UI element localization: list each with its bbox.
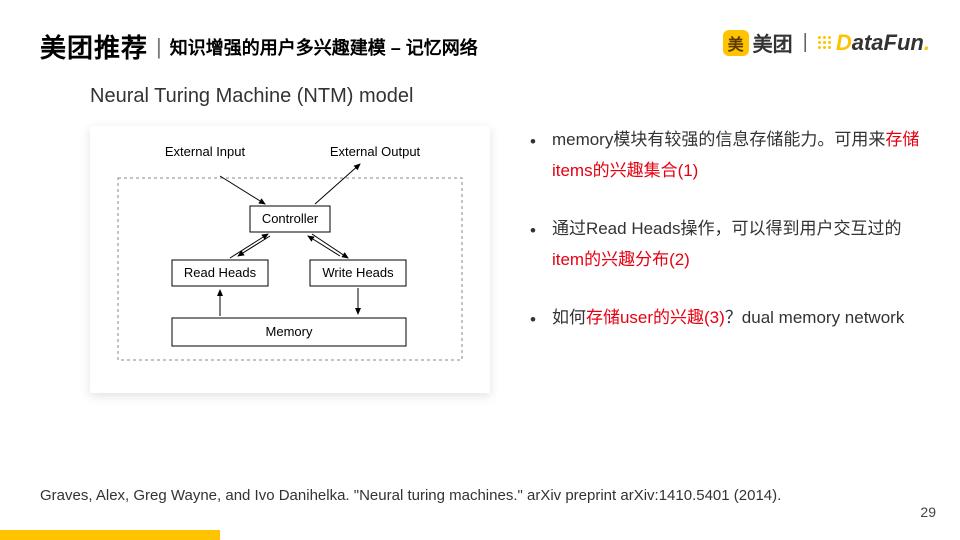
label-memory: Memory — [266, 324, 313, 339]
datafun-dots-icon — [818, 36, 834, 49]
label-ext-output: External Output — [330, 144, 421, 159]
list-item: • 通过Read Heads操作，可以得到用户交互过的item的兴趣分布(2) — [530, 214, 920, 275]
meituan-logo-text: 美团 — [753, 28, 793, 57]
brand-separator: | — [803, 31, 808, 54]
slide-title-main: 美团推荐 — [40, 28, 148, 65]
bullet-list: • memory模块有较强的信息存储能力。可用来存储items的兴趣集合(1) … — [530, 85, 920, 393]
label-ext-input: External Input — [165, 144, 246, 159]
label-read-heads: Read Heads — [184, 265, 257, 280]
brand-logos: 美 美团 | DataFun. — [723, 28, 930, 57]
accent-bar — [0, 530, 220, 540]
citation-text: Graves, Alex, Greg Wayne, and Ivo Danihe… — [40, 487, 781, 504]
meituan-badge-icon: 美 — [723, 30, 749, 56]
label-controller: Controller — [262, 211, 319, 226]
datafun-logo-text: DataFun. — [836, 30, 930, 56]
title-separator: | — [156, 34, 162, 60]
list-item: • 如何存储user的兴趣(3)？dual memory network — [530, 303, 920, 336]
slide-title-sub: 知识增强的用户多兴趣建模 – 记忆网络 — [170, 34, 478, 60]
label-write-heads: Write Heads — [322, 265, 394, 280]
ntm-diagram: External Input External Output Controlle… — [90, 126, 490, 393]
bullet-icon: • — [530, 305, 536, 336]
page-number: 29 — [920, 504, 936, 520]
bullet-icon: • — [530, 216, 536, 275]
list-item: • memory模块有较强的信息存储能力。可用来存储items的兴趣集合(1) — [530, 125, 920, 186]
diagram-title: Neural Turing Machine (NTM) model — [90, 85, 490, 108]
bullet-icon: • — [530, 127, 536, 186]
